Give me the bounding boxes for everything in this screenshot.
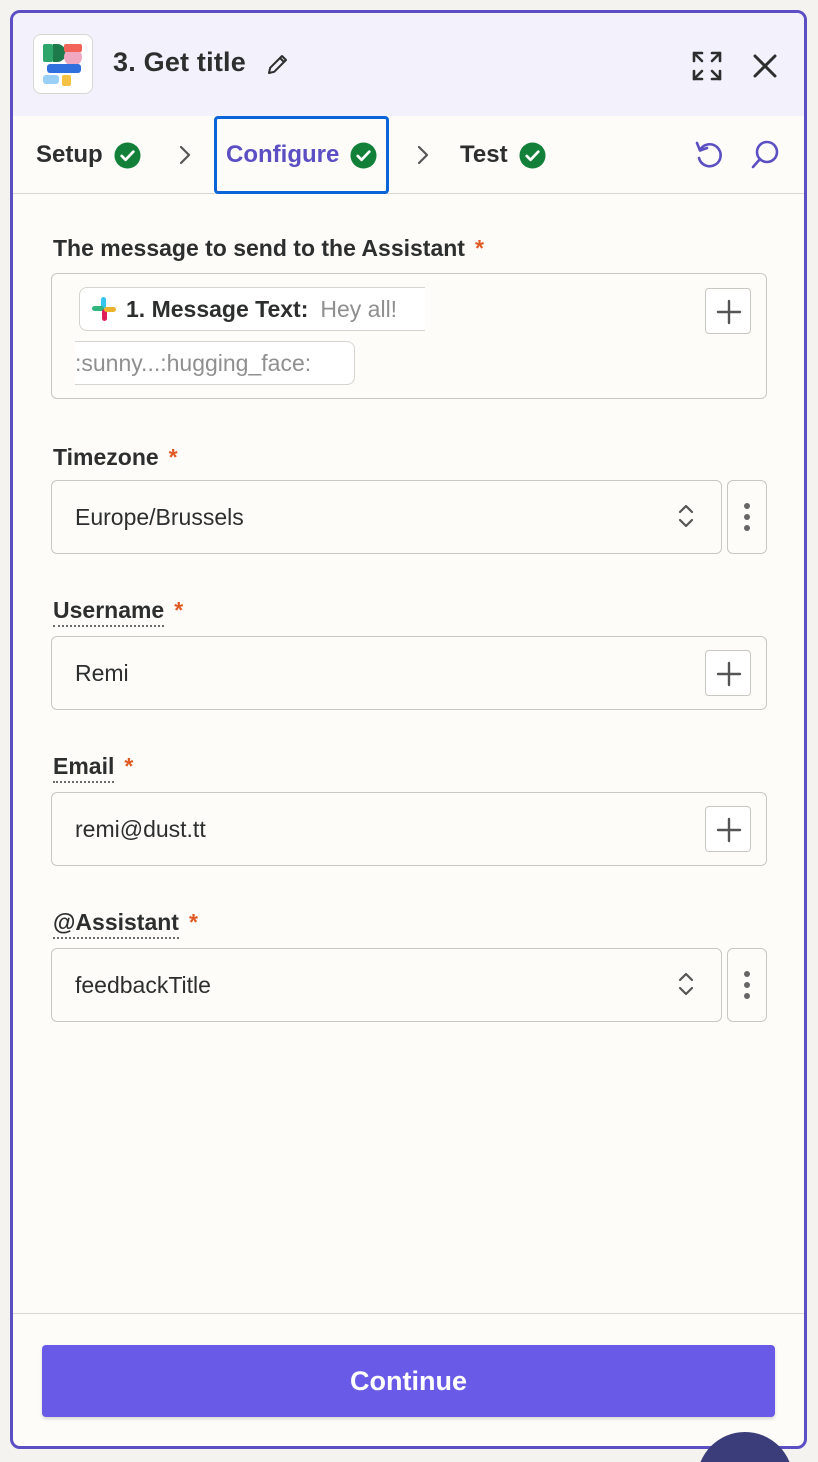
plus-icon [716, 661, 742, 687]
required-mark: * [188, 909, 198, 935]
tab-configure[interactable]: Configure [214, 116, 390, 194]
step-tabs: Setup Configure Test [13, 116, 804, 194]
tab-configure-label: Configure [226, 141, 340, 168]
chevron-right-icon [179, 145, 191, 165]
required-mark: * [174, 597, 184, 623]
message-text-pill-value-cont: :sunny...:hugging_face: [75, 349, 312, 376]
required-mark: * [124, 753, 134, 779]
assistant-select[interactable]: feedbackTitle [51, 948, 722, 1022]
insert-data-button[interactable] [705, 650, 751, 696]
chevron-up-down-icon [678, 972, 694, 996]
assistant-value: feedbackTitle [75, 972, 211, 998]
plus-icon [716, 817, 742, 843]
pencil-icon[interactable] [265, 51, 291, 77]
step-editor-panel: 3. Get title Setup Configure Test The me… [10, 10, 807, 1449]
check-circle-icon [519, 141, 546, 169]
timezone-label: Timezone * [53, 444, 178, 470]
email-label: Email * [53, 753, 134, 783]
timezone-value: Europe/Brussels [75, 504, 244, 530]
assistant-more-button[interactable] [727, 948, 767, 1022]
panel-footer: Continue [13, 1313, 804, 1446]
plus-icon [716, 299, 742, 325]
slack-icon [92, 297, 116, 321]
check-circle-icon [114, 141, 141, 169]
tab-test[interactable]: Test [460, 116, 546, 194]
tab-setup-label: Setup [36, 141, 103, 168]
tab-test-label: Test [460, 141, 508, 168]
required-mark: * [474, 235, 484, 261]
timezone-select[interactable]: Europe/Brussels [51, 480, 722, 554]
app-logo-icon [33, 34, 93, 94]
step-title: 3. Get title [113, 47, 246, 77]
more-vertical-icon [744, 971, 750, 999]
message-text-pill-label: 1. Message Text: [126, 295, 309, 322]
continue-button[interactable]: Continue [42, 1345, 775, 1417]
timezone-more-button[interactable] [727, 480, 767, 554]
message-text-pill-value: Hey all! [320, 295, 398, 322]
more-vertical-icon [744, 503, 750, 531]
assistant-label: @Assistant * [53, 909, 198, 939]
chevron-up-down-icon [678, 504, 694, 528]
email-value: remi@dust.tt [75, 816, 206, 842]
message-text-pill[interactable]: 1. Message Text: Hey all! [79, 287, 425, 331]
message-text-pill-cont[interactable]: :sunny...:hugging_face: [75, 341, 355, 385]
required-mark: * [168, 444, 178, 470]
username-label: Username * [53, 597, 184, 627]
search-icon[interactable] [749, 139, 781, 171]
panel-header: 3. Get title [13, 13, 804, 116]
tab-setup[interactable]: Setup [36, 116, 141, 194]
close-icon[interactable] [751, 52, 779, 80]
username-field[interactable]: Remi [51, 636, 767, 710]
insert-data-button[interactable] [705, 806, 751, 852]
email-field[interactable]: remi@dust.tt [51, 792, 767, 866]
check-circle-icon [350, 141, 377, 169]
chevron-right-icon [417, 145, 429, 165]
username-value: Remi [75, 660, 129, 686]
message-field[interactable]: 1. Message Text: Hey all! :sunny...:hugg… [51, 273, 767, 399]
insert-data-button[interactable] [705, 288, 751, 334]
message-label: The message to send to the Assistant * [53, 235, 484, 261]
undo-icon[interactable] [693, 139, 725, 171]
expand-icon[interactable] [691, 50, 723, 82]
